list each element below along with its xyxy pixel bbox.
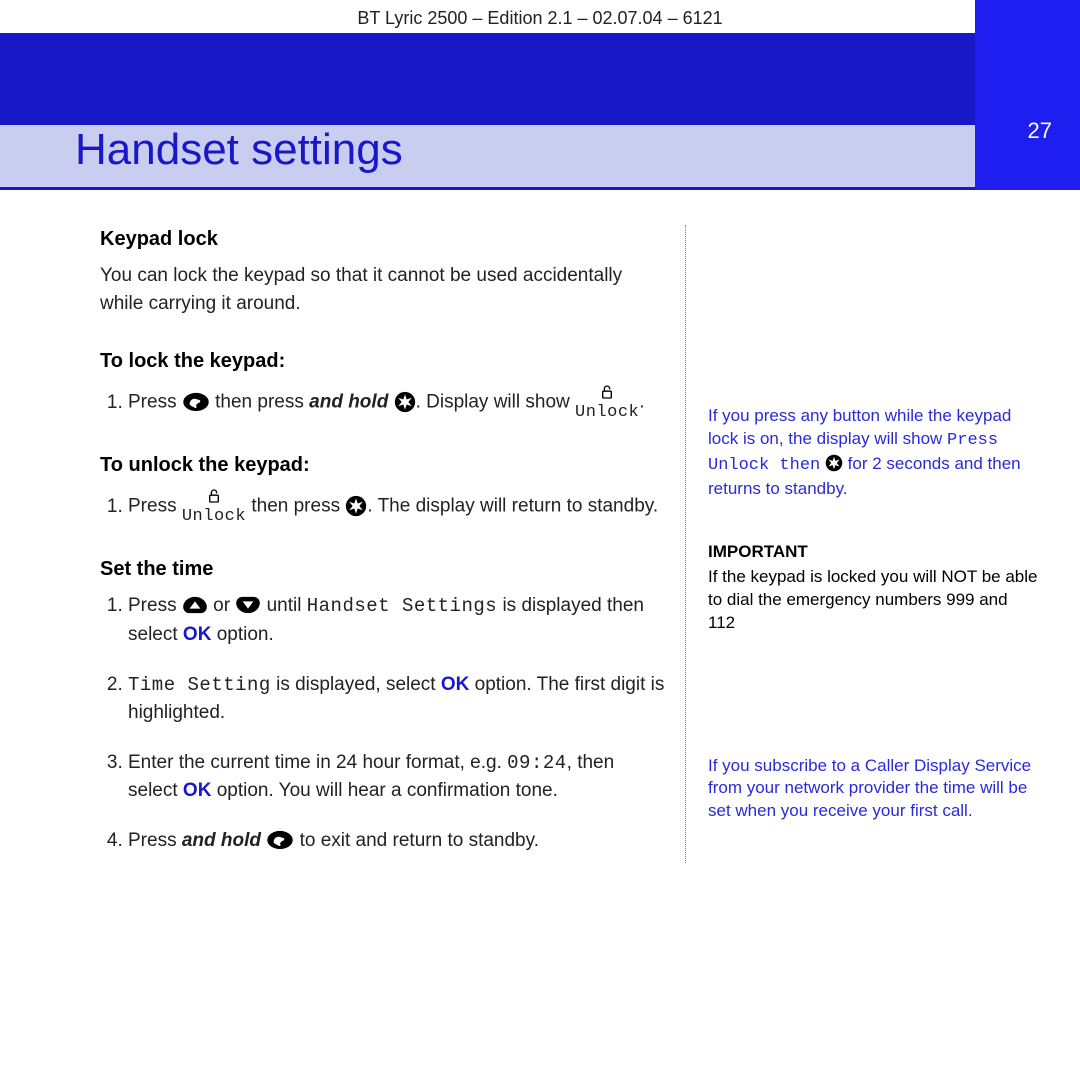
down-arrow-icon xyxy=(235,595,261,615)
document-header-meta: BT Lyric 2500 – Edition 2.1 – 02.07.04 –… xyxy=(0,0,1080,33)
ok-label: OK xyxy=(183,780,212,801)
star-icon xyxy=(345,495,367,517)
page-title: Handset settings xyxy=(75,125,403,175)
side-important-body: If the keypad is locked you will NOT be … xyxy=(708,567,1037,632)
display-time-setting: Time Setting xyxy=(128,674,271,696)
side-note2: If you subscribe to a Caller Display Ser… xyxy=(708,756,1031,821)
side-important-block: IMPORTANT If the keypad is locked you wi… xyxy=(708,541,1038,635)
star-icon xyxy=(394,391,416,413)
lock-step1-text-d: . Display will show xyxy=(416,392,575,413)
unlock-step1-c: . The display will return to standby. xyxy=(367,496,658,517)
time-step3-a: Enter the current time in 24 hour format… xyxy=(128,752,507,773)
page-number-tab: 27 xyxy=(975,0,1080,190)
display-unlock-text: Unlock xyxy=(575,403,639,422)
time-step1-b: until xyxy=(261,595,306,616)
lock-icon xyxy=(208,489,220,503)
time-step4-andhold: and hold xyxy=(182,830,261,851)
header-blue-bar xyxy=(0,33,1080,125)
time-step-3: Enter the current time in 24 hour format… xyxy=(128,749,665,805)
side-column: If you press any button while the keypad… xyxy=(686,225,1038,863)
time-step2-a: is displayed, select xyxy=(271,674,441,695)
lock-step-1: Press then press and hold . Display will… xyxy=(128,384,665,421)
time-step1-or: or xyxy=(208,595,235,616)
display-unlock-glyph-2: Unlock xyxy=(182,488,246,525)
display-handset-settings: Handset Settings xyxy=(307,595,497,617)
unlock-step1-a: Press xyxy=(128,496,182,517)
time-step3-c: option. You will hear a confirmation ton… xyxy=(211,780,557,801)
lock-step1-text-b: then press xyxy=(210,392,309,413)
set-time-steps-list: Press or until Handset Settings is displ… xyxy=(100,592,665,854)
unlock-step-1: Press Unlock then press . The display wi… xyxy=(128,488,665,525)
time-step-2: Time Setting is displayed, select OK opt… xyxy=(128,671,665,727)
display-time-example: 09:24 xyxy=(507,752,567,774)
keypad-lock-description: You can lock the keypad so that it canno… xyxy=(100,262,665,317)
up-arrow-icon xyxy=(182,595,208,615)
page-number: 27 xyxy=(1028,118,1052,144)
heading-to-lock: To lock the keypad: xyxy=(100,347,665,376)
heading-set-time: Set the time xyxy=(100,555,665,584)
time-step-1: Press or until Handset Settings is displ… xyxy=(128,592,665,648)
heading-to-unlock: To unlock the keypad: xyxy=(100,451,665,480)
lock-step1-andhold: and hold xyxy=(309,392,388,413)
lock-step1-end: . xyxy=(639,392,644,413)
time-step4-a: Press xyxy=(128,830,182,851)
side-note-caller-display: If you subscribe to a Caller Display Ser… xyxy=(708,755,1038,824)
time-step1-a: Press xyxy=(128,595,182,616)
side-important-label: IMPORTANT xyxy=(708,541,1038,564)
display-unlock-glyph: Unlock xyxy=(575,384,639,421)
time-step4-c: to exit and return to standby. xyxy=(294,830,539,851)
lock-step1-text-a: Press xyxy=(128,392,182,413)
time-step1-d: option. xyxy=(211,624,273,645)
main-column: Keypad lock You can lock the keypad so t… xyxy=(100,225,686,863)
unlock-steps-list: Press Unlock then press . The display wi… xyxy=(100,488,665,525)
ok-label: OK xyxy=(183,624,212,645)
lock-icon xyxy=(601,385,613,399)
phone-icon xyxy=(266,830,294,850)
unlock-step1-b: then press xyxy=(246,496,345,517)
title-band: Handset settings xyxy=(0,125,1080,190)
ok-label: OK xyxy=(441,674,470,695)
time-step-4: Press and hold to exit and return to sta… xyxy=(128,827,665,855)
display-unlock-text-2: Unlock xyxy=(182,507,246,526)
side-note-keypad-lock: If you press any button while the keypad… xyxy=(708,405,1038,501)
lock-steps-list: Press then press and hold . Display will… xyxy=(100,384,665,421)
content-area: Keypad lock You can lock the keypad so t… xyxy=(0,190,1080,863)
heading-keypad-lock: Keypad lock xyxy=(100,225,665,254)
phone-icon xyxy=(182,392,210,412)
star-icon xyxy=(825,454,843,472)
